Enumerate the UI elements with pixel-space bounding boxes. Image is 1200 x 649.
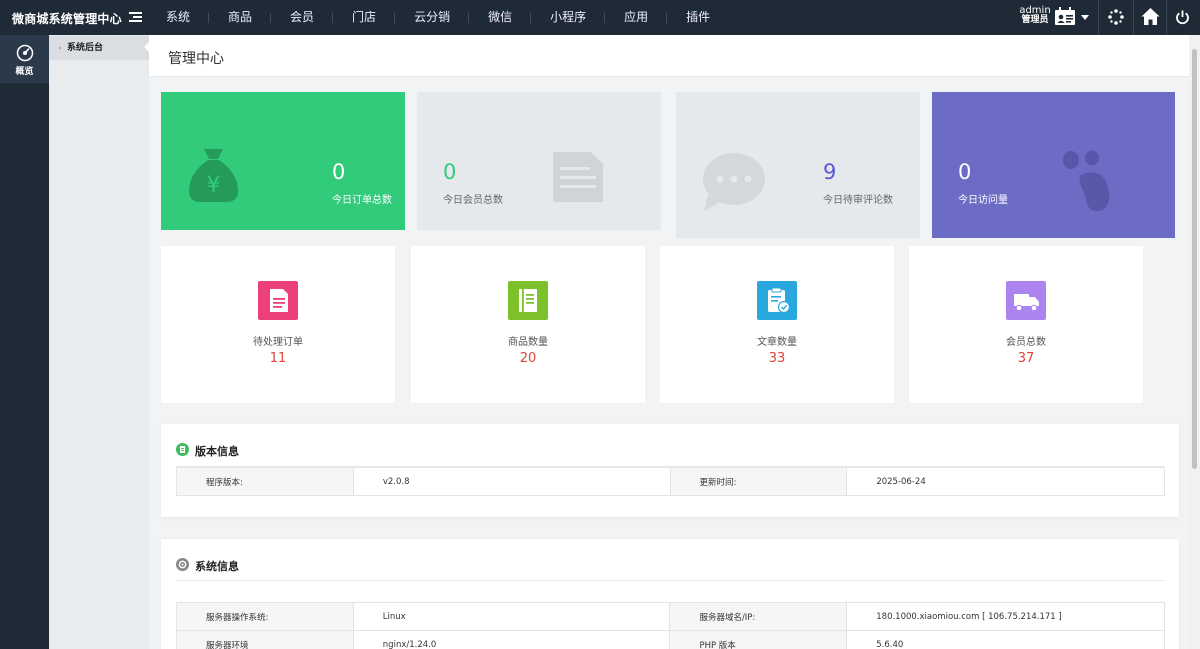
card-label: 文章数量: [757, 337, 797, 348]
nav-item-miniprogram[interactable]: 小程序: [531, 0, 606, 35]
panel-title: 版本信息: [195, 445, 239, 458]
panel-divider: [176, 580, 1164, 581]
chat-bubble-icon: [703, 153, 765, 211]
sidebar-item-overview[interactable]: 概览: [0, 35, 49, 83]
card-goods-count[interactable]: 商品数量 20: [411, 246, 645, 403]
nav-item-system[interactable]: 系统: [147, 0, 210, 35]
document-icon: [553, 152, 603, 202]
table-key: 程序版本:: [176, 467, 354, 496]
id-card-icon[interactable]: [1054, 6, 1076, 28]
card-value: 33: [768, 351, 786, 366]
table-row: 服务器操作系统: Linux 服务器域名/IP: 180.1000.xiaomi…: [176, 602, 1165, 631]
table-row: 服务器环境 nginx/1.24.0 PHP 版本 5.6.40: [176, 630, 1165, 649]
nav-item-store[interactable]: 门店: [333, 0, 396, 35]
nav-item-goods[interactable]: 商品: [209, 0, 272, 35]
order-doc-icon: [258, 281, 298, 320]
toolbar-divider: [1098, 0, 1099, 35]
stat-tile-pending-comments[interactable]: 9 今日待审评论数: [676, 92, 920, 238]
stat-tile-today-orders[interactable]: ¥ 0 今日订单总数: [161, 92, 405, 230]
table-key: 服务器域名/IP:: [669, 602, 848, 631]
subnav-item-system-backend[interactable]: 系统后台: [49, 36, 149, 60]
truck-icon: [1006, 281, 1046, 320]
top-nav: 系统 商品 会员 门店 云分销 微信 小程序 应用 插件: [147, 0, 729, 35]
table-key: PHP 版本: [669, 630, 848, 649]
menu-toggle-icon[interactable]: [129, 12, 142, 23]
version-table: 程序版本: v2.0.8 更新时间: 2025-06-24: [176, 467, 1165, 496]
toolbar-divider: [1133, 0, 1134, 35]
sidebar-item-label: 概览: [15, 67, 34, 77]
system-table: 服务器操作系统: Linux 服务器域名/IP: 180.1000.xiaomi…: [176, 602, 1165, 649]
table-value: 5.6.40: [846, 630, 1165, 649]
table-value: nginx/1.24.0: [352, 630, 671, 649]
panel-title: 系统信息: [195, 560, 239, 573]
stat-value: 0: [332, 160, 346, 184]
scrollbar-thumb[interactable]: [1192, 49, 1197, 469]
stat-label: 今日待审评论数: [823, 195, 893, 206]
card-pending-orders[interactable]: 待处理订单 11: [161, 246, 395, 403]
card-member-total[interactable]: 会员总数 37: [909, 246, 1143, 403]
stat-value: 0: [958, 160, 972, 184]
nav-item-member[interactable]: 会员: [271, 0, 334, 35]
sparkle-icon[interactable]: [1107, 8, 1125, 26]
table-key: 更新时间:: [669, 467, 848, 496]
stat-label: 今日会员总数: [443, 195, 503, 206]
card-value: 11: [269, 351, 287, 366]
nav-item-distribution[interactable]: 云分销: [395, 0, 470, 35]
sub-sidebar: 系统后台: [49, 35, 149, 649]
clipboard-check-icon: [757, 281, 797, 320]
gear-icon: [176, 558, 189, 571]
stat-label: 今日访问量: [958, 195, 1008, 206]
stat-value: 0: [443, 160, 457, 184]
stat-value: 9: [823, 160, 837, 184]
nav-item-apps[interactable]: 应用: [605, 0, 668, 35]
card-value: 20: [519, 351, 537, 366]
page-title: 管理中心: [168, 51, 224, 67]
notebook-icon: [508, 281, 548, 320]
user-role: 管理员: [1021, 15, 1049, 25]
card-value: 37: [1017, 351, 1035, 366]
left-sidebar: 概览: [0, 35, 49, 649]
version-info-panel: 版本信息 程序版本: v2.0.8 更新时间: 2025-06-24: [161, 424, 1179, 517]
chevron-down-icon[interactable]: [1081, 15, 1089, 20]
stat-tile-today-members[interactable]: 0 今日会员总数: [417, 92, 661, 230]
table-value: 180.1000.xiaomiou.com [ 106.75.214.171 ]: [846, 602, 1165, 631]
power-icon[interactable]: [1175, 10, 1190, 25]
app-title: 微商城系统管理中心: [12, 12, 122, 26]
svg-text:¥: ¥: [207, 173, 221, 198]
card-label: 会员总数: [1006, 337, 1046, 348]
top-bar: 微商城系统管理中心 系统 商品 会员 门店 云分销 微信 小程序 应用 插件 a…: [0, 0, 1200, 35]
document-icon: [176, 443, 189, 456]
dashboard-icon: [16, 44, 33, 62]
table-value: 2025-06-24: [846, 467, 1165, 496]
card-label: 商品数量: [508, 337, 548, 348]
stat-label: 今日订单总数: [332, 195, 392, 206]
money-bag-icon: ¥: [189, 149, 238, 202]
table-value: v2.0.8: [352, 467, 671, 496]
home-icon[interactable]: [1141, 7, 1160, 26]
nav-item-plugins[interactable]: 插件: [667, 0, 729, 35]
card-article-count[interactable]: 文章数量 33: [660, 246, 894, 403]
page-header: 管理中心: [149, 35, 1189, 77]
table-value: Linux: [352, 602, 671, 631]
system-info-panel: 系统信息 服务器操作系统: Linux 服务器域名/IP: 180.1000.x…: [161, 539, 1179, 649]
nav-item-wechat[interactable]: 微信: [469, 0, 532, 35]
toolbar-divider: [1166, 0, 1167, 35]
scrollbar[interactable]: [1189, 35, 1200, 649]
table-key: 服务器环境: [176, 630, 354, 649]
card-label: 待处理订单: [253, 337, 303, 348]
stat-tile-today-visits[interactable]: 0 今日访问量: [932, 92, 1175, 238]
table-key: 服务器操作系统:: [176, 602, 354, 631]
user-info[interactable]: admin 管理员: [1019, 5, 1051, 26]
paw-icon: [1063, 150, 1110, 212]
table-row: 程序版本: v2.0.8 更新时间: 2025-06-24: [176, 467, 1165, 496]
